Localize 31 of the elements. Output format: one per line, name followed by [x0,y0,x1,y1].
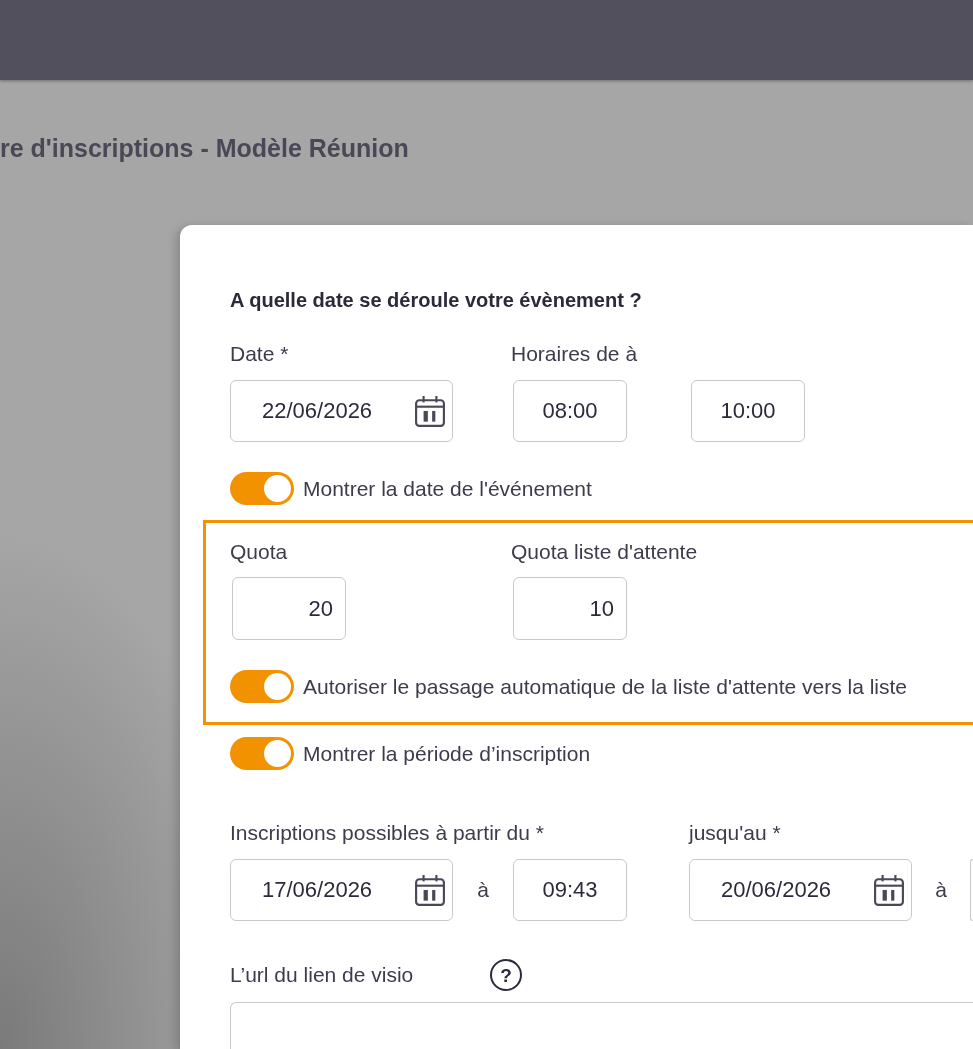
time-field[interactable]: 08:00 [513,380,627,442]
toggle-switch[interactable] [230,737,294,770]
field-label: Quota liste d'attente [511,540,698,564]
separator-text: à [477,878,489,902]
section-heading: A quelle date se déroule votre évènement ? [230,288,642,312]
number-field[interactable]: 10 [513,577,627,640]
field-label: Quota [230,540,288,564]
field-label: Horaires de à [511,342,638,366]
field-label: Date * [230,342,289,366]
time-field[interactable]: 10:00 [691,380,805,442]
number-field[interactable]: 20 [232,577,346,640]
toggle-label: Montrer la période d’inscription [303,740,591,767]
calendar-icon[interactable] [874,874,904,906]
toggle-label: Autoriser le passage automatique de la liste d'attente vers la liste [303,673,908,700]
page-title: re d'inscriptions - Modèle Réunion [0,133,409,163]
date-field[interactable]: 17/06/2026 [230,859,453,921]
toggle-label: Montrer la date de l'événement [303,475,592,502]
help-icon[interactable]: ? [490,959,522,991]
field-label: Inscriptions possibles à partir du * [230,821,544,845]
separator-text: à [935,878,947,902]
field-label: jusqu'au * [689,821,781,845]
calendar-icon[interactable] [415,874,445,906]
url-field[interactable] [230,1002,973,1049]
toggle-switch[interactable] [230,670,294,703]
date-field[interactable]: 20/06/2026 [689,859,912,921]
calendar-icon[interactable] [415,395,445,427]
time-field[interactable]: 09:43 [513,859,627,921]
time-field[interactable] [970,859,973,921]
field-label: L’url du lien de visio [230,963,414,987]
toggle-switch[interactable] [230,472,294,505]
date-field[interactable]: 22/06/2026 [230,380,453,442]
